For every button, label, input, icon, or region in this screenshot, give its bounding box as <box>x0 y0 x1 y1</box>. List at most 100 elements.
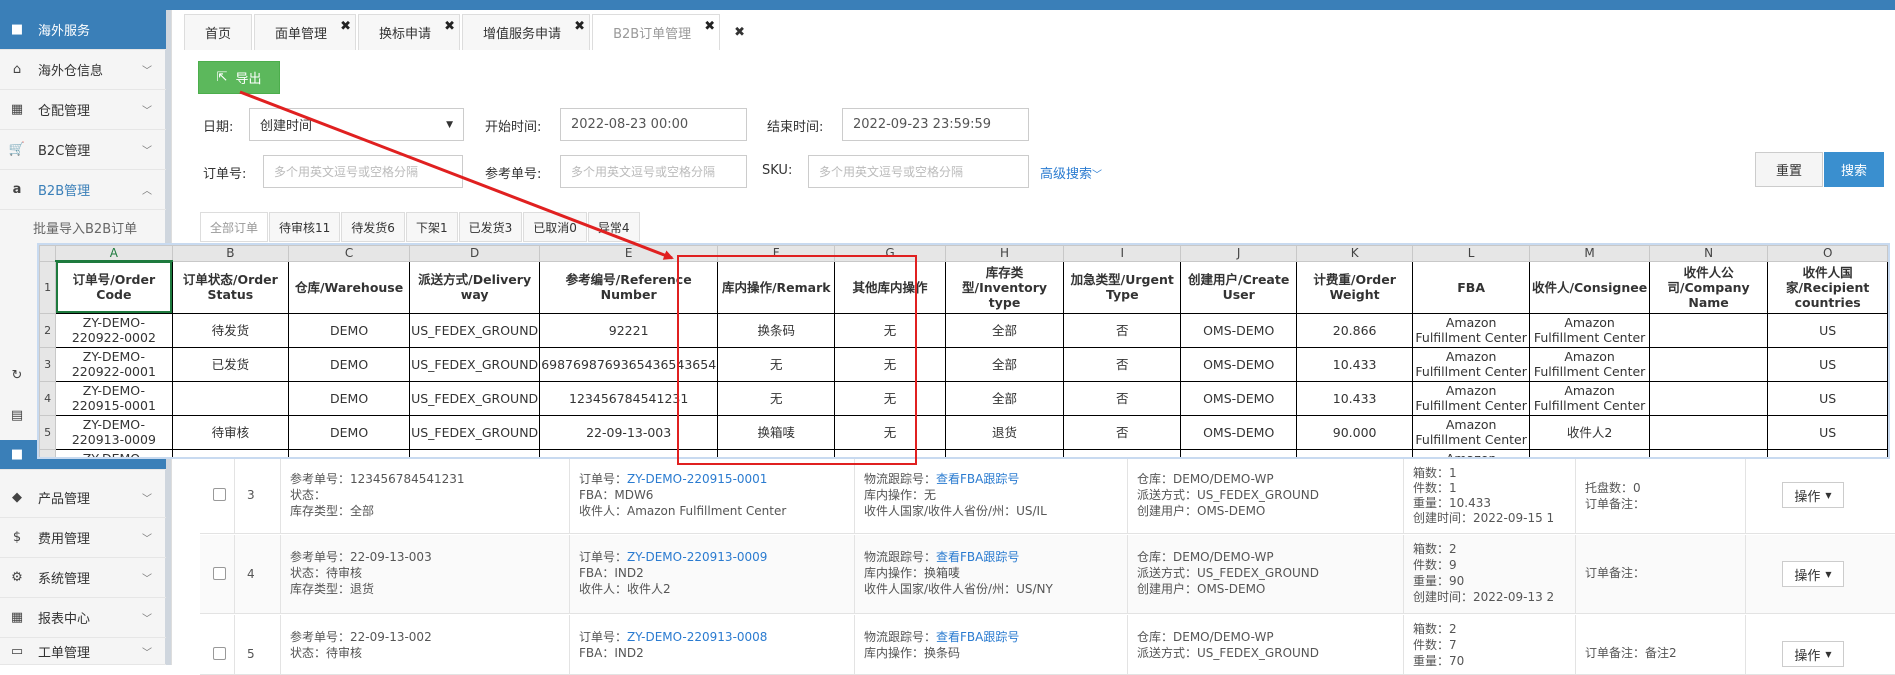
excel-header-cell[interactable]: 计费重/Order Weight <box>1296 260 1413 314</box>
excel-cell[interactable]: ZY-DEMO-220922-0002 <box>55 312 173 348</box>
excel-column-letter[interactable]: J <box>1180 245 1298 262</box>
excel-cell[interactable]: ZY-DEMO-220913-0009 <box>55 414 173 450</box>
excel-row-number[interactable]: 6 <box>39 448 57 457</box>
status-tab-shipped[interactable]: 已发货3 <box>458 212 523 242</box>
excel-cell[interactable]: DEMO <box>288 312 411 348</box>
status-tab-pending-review[interactable]: 待审核11 <box>269 212 341 242</box>
excel-row-number[interactable]: 4 <box>39 380 57 416</box>
excel-header-cell[interactable]: 派送方式/Delivery way <box>409 260 541 314</box>
excel-header-cell[interactable]: 库存类型/Inventory type <box>944 260 1065 314</box>
excel-cell[interactable]: Amazon Fulfillment Center <box>1529 312 1650 348</box>
tab-waybill[interactable]: 面单管理 ✖ <box>254 14 357 50</box>
close-icon[interactable]: ✖ <box>574 19 585 34</box>
status-tab-pending-ship[interactable]: 待发货6 <box>341 212 405 242</box>
sidebar-sub-batch-import[interactable]: 批量导入B2B订单 <box>0 212 166 242</box>
excel-cell[interactable]: 90.000 <box>1296 414 1413 450</box>
excel-column-letter[interactable]: N <box>1648 245 1769 262</box>
excel-cell[interactable]: US_FEDEX_GROUND <box>409 346 541 382</box>
excel-cell[interactable]: 已发货 <box>171 346 290 382</box>
tracking-link[interactable]: 查看FBA跟踪号 <box>936 630 1019 644</box>
excel-cell[interactable]: 否 <box>1063 312 1182 348</box>
excel-cell[interactable]: Amazon Fulfillment Center <box>1529 346 1650 382</box>
advanced-search-link[interactable]: 高级搜索﹀ <box>1040 163 1102 182</box>
excel-cell[interactable]: 20.866 <box>1296 312 1413 348</box>
excel-column-letter[interactable]: O <box>1767 245 1888 262</box>
tracking-link[interactable]: 查看FBA跟踪号 <box>936 550 1019 564</box>
tab-value-added[interactable]: 增值服务申请 ✖ <box>462 14 591 50</box>
excel-cell[interactable]: US <box>1767 414 1888 450</box>
sku-input[interactable]: 多个用英文逗号或空格分隔 <box>808 155 1029 188</box>
excel-cell[interactable]: DEMO <box>288 380 411 416</box>
excel-cell[interactable] <box>1648 380 1769 416</box>
excel-cell[interactable]: Amazon Fulfillment Center <box>1411 448 1531 457</box>
sidebar-item-b2b[interactable]: a B2B管理 ︿ <box>0 170 166 210</box>
excel-cell[interactable]: OMS-DEMO <box>1180 346 1298 382</box>
excel-cell[interactable] <box>1648 346 1769 382</box>
search-button[interactable]: 搜索 <box>1824 152 1884 187</box>
order-no-link[interactable]: ZY-DEMO-220915-0001 <box>627 472 767 486</box>
excel-column-letter[interactable]: B <box>171 245 290 262</box>
excel-cell[interactable]: US <box>1767 448 1888 457</box>
tracking-link[interactable]: 查看FBA跟踪号 <box>936 472 1019 486</box>
excel-cell[interactable] <box>1648 312 1769 348</box>
date-type-select[interactable]: 创建时间 ▼ <box>249 108 464 141</box>
excel-column-letter[interactable]: K <box>1296 245 1413 262</box>
excel-cell[interactable]: 70.000 <box>1296 448 1413 457</box>
excel-row-number[interactable]: 2 <box>39 312 57 348</box>
excel-cell[interactable]: US_FEDEX_GROUND <box>409 312 541 348</box>
excel-column-letter[interactable]: I <box>1063 245 1182 262</box>
excel-row-number[interactable]: 3 <box>39 346 57 382</box>
sidebar-item-product[interactable]: ◆ 产品管理 ﹀ <box>0 478 166 518</box>
order-no-link[interactable]: ZY-DEMO-220913-0009 <box>627 550 767 564</box>
ref-no-input[interactable]: 多个用英文逗号或空格分隔 <box>560 155 747 188</box>
excel-column-letter[interactable]: H <box>944 245 1065 262</box>
start-time-input[interactable]: 2022-08-23 00:00 <box>560 108 747 141</box>
excel-cell[interactable]: US_FEDEX_GROUND <box>409 448 541 457</box>
excel-cell[interactable]: OMS-DEMO <box>1180 448 1298 457</box>
excel-cell[interactable]: 待发货 <box>171 312 290 348</box>
action-dropdown[interactable]: 操作 ▼ <box>1782 641 1844 667</box>
sidebar-item-reports[interactable]: ▦ 报表中心 ﹀ <box>0 598 166 638</box>
excel-cell[interactable]: Amazon Fulfillment Center <box>1411 312 1531 348</box>
excel-cell[interactable] <box>1648 414 1769 450</box>
excel-cell[interactable]: 全部 <box>944 312 1065 348</box>
excel-header-cell[interactable]: FBA <box>1411 260 1531 314</box>
excel-row-number[interactable]: 5 <box>39 414 57 450</box>
excel-cell[interactable]: ZY-DEMO-220913-0008 <box>55 448 173 457</box>
excel-cell[interactable]: 待审核 <box>171 448 290 457</box>
excel-column-letter[interactable]: L <box>1411 245 1531 262</box>
excel-cell[interactable]: US_FEDEX_GROUND <box>409 414 541 450</box>
excel-cell[interactable]: DEMO <box>288 448 411 457</box>
excel-cell[interactable]: US_FEDEX_GROUND <box>409 380 541 416</box>
excel-header-cell[interactable]: 加急类型/Urgent Type <box>1063 260 1182 314</box>
close-icon[interactable]: ✖ <box>444 19 455 34</box>
excel-cell[interactable]: ZY-DEMO-220915-0001 <box>55 380 173 416</box>
end-time-input[interactable]: 2022-09-23 23:59:59 <box>842 108 1029 141</box>
excel-cell[interactable]: ZY-DEMO-220922-0001 <box>55 346 173 382</box>
excel-cell[interactable]: Amazon Fulfillment Center <box>1411 346 1531 382</box>
excel-column-letter[interactable]: D <box>409 245 541 262</box>
excel-cell[interactable]: 否 <box>1063 346 1182 382</box>
order-no-input[interactable]: 多个用英文逗号或空格分隔 <box>263 155 463 188</box>
row-checkbox[interactable] <box>213 567 226 580</box>
excel-cell[interactable]: 10.433 <box>1296 380 1413 416</box>
excel-corner[interactable] <box>39 245 57 262</box>
action-dropdown[interactable]: 操作 ▼ <box>1782 482 1844 508</box>
status-tab-all[interactable]: 全部订单 <box>200 212 269 242</box>
excel-header-cell[interactable]: 订单状态/Order Status <box>171 260 290 314</box>
status-tab-cancelled[interactable]: 已取消0 <box>523 212 587 242</box>
excel-cell[interactable]: US <box>1767 312 1888 348</box>
excel-cell[interactable]: DEMO <box>288 346 411 382</box>
excel-cell[interactable]: 待审核 <box>171 414 290 450</box>
excel-cell[interactable]: Amazon Fulfillment Center <box>1411 380 1531 416</box>
tab-home[interactable]: 首页 <box>184 14 253 50</box>
excel-header-cell[interactable]: 创建用户/Create User <box>1180 260 1298 314</box>
excel-cell[interactable]: 10.433 <box>1296 346 1413 382</box>
excel-cell[interactable]: 全部 <box>944 380 1065 416</box>
close-icon[interactable]: ✖ <box>704 19 715 34</box>
excel-header-cell[interactable]: 收件人公司/Company Name <box>1648 260 1769 314</box>
excel-cell[interactable]: 收件人公司1 <box>1648 448 1769 457</box>
excel-cell[interactable]: OMS-DEMO <box>1180 414 1298 450</box>
sidebar-item-warehouse-info[interactable]: ⌂ 海外仓信息 ﹀ <box>0 50 166 90</box>
excel-header-cell[interactable]: 订单号/Order Code <box>55 260 173 314</box>
